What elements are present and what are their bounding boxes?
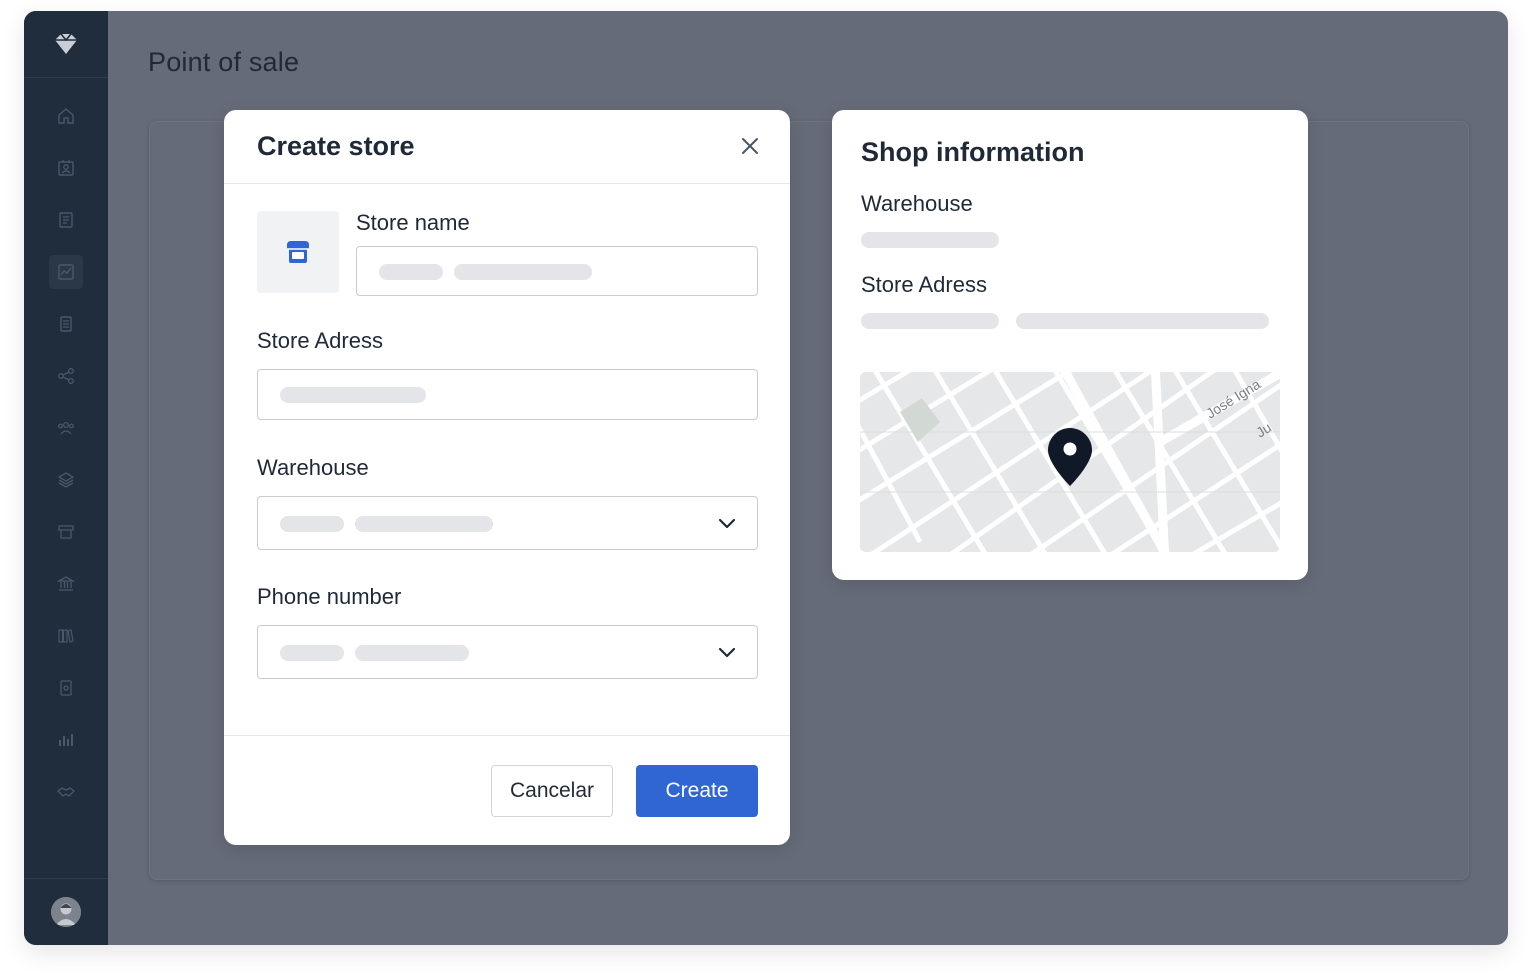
skeleton-placeholder [355,645,469,661]
user-avatar-icon [51,897,81,927]
document-icon [60,316,72,332]
shop-warehouse-label: Warehouse [861,191,973,216]
layers-icon [57,472,75,488]
store-name-label: Store name [356,210,470,235]
shop-address-label: Store Adress [861,272,987,297]
store-address-label: Store Adress [257,328,383,353]
bar-chart-icon [59,734,73,746]
warehouse-label: Warehouse [257,455,369,480]
sidebar-item-share[interactable] [49,359,83,393]
store-image-upload[interactable] [257,211,339,293]
skeleton-placeholder [355,516,493,532]
close-button[interactable] [738,134,762,158]
diamond-logo-icon [55,33,77,54]
sidebar-item-team[interactable] [49,411,83,445]
report-icon [60,680,72,696]
sidebar-item-home[interactable] [49,99,83,133]
logo[interactable] [24,11,108,78]
shop-information-card: Shop information Warehouse Store Adress [832,110,1308,580]
sidebar-item-store[interactable] [49,515,83,549]
store-name-input[interactable] [356,246,758,296]
skeleton-placeholder [379,264,443,280]
skeleton-placeholder [454,264,592,280]
phone-number-select[interactable] [257,625,758,679]
shop-info-title: Shop information [861,137,1085,167]
page-title: Point of sale [148,47,300,77]
sidebar-item-documents[interactable] [49,307,83,341]
home-icon [58,108,74,124]
skeleton-placeholder [861,232,999,248]
skeleton-placeholder [861,313,999,329]
sidebar-item-layers[interactable] [49,463,83,497]
sidebar-item-bank[interactable] [49,567,83,601]
skeleton-placeholder [280,387,426,403]
contacts-icon [58,160,74,176]
sidebar-item-invoice[interactable] [49,203,83,237]
sidebar-item-stats[interactable] [49,723,83,757]
sidebar-item-analytics[interactable] [49,255,83,289]
sidebar-item-deals[interactable] [49,775,83,809]
modal-footer: Cancelar Create [224,735,790,845]
sidebar-item-report[interactable] [49,671,83,705]
street-map: José Igna Ju [860,372,1280,552]
storefront-icon [287,241,309,263]
books-icon [58,629,74,643]
store-icon [58,525,74,539]
close-icon [742,138,758,154]
chevron-down-icon [718,647,736,658]
create-button[interactable]: Create [636,765,758,817]
invoice-icon [59,212,73,228]
modal-title: Create store [257,131,415,161]
app-window: Point of sale Create store Store name St… [24,11,1508,945]
share-icon [58,368,74,384]
modal-header: Create store [224,110,790,184]
avatar[interactable] [51,897,81,927]
handshake-icon [57,787,75,797]
sidebar-item-contacts[interactable] [49,151,83,185]
chevron-down-icon [718,518,736,529]
phone-number-label: Phone number [257,584,402,609]
create-store-modal: Create store Store name Store Adress War… [224,110,790,845]
chart-icon [58,264,74,280]
sidebar-footer [24,878,108,945]
bank-icon [57,576,75,591]
sidebar [24,11,108,945]
map[interactable]: José Igna Ju [860,372,1280,552]
cancel-button[interactable]: Cancelar [491,765,613,817]
warehouse-select[interactable] [257,496,758,550]
skeleton-placeholder [280,516,344,532]
skeleton-placeholder [1016,313,1269,329]
skeleton-placeholder [280,645,344,661]
store-address-input[interactable] [257,369,758,420]
team-icon [58,421,74,435]
sidebar-item-books[interactable] [49,619,83,653]
